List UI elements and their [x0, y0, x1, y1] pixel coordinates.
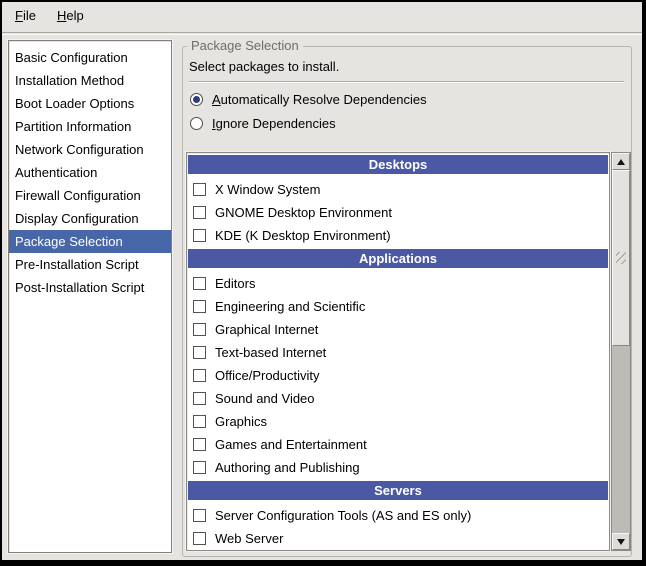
- radio-automatically-resolve-dependencies[interactable]: Automatically Resolve Dependencies: [190, 89, 427, 109]
- scrollbar-grip-icon: [616, 252, 626, 264]
- checkbox-icon[interactable]: [193, 369, 206, 382]
- package-label: Graphical Internet: [215, 322, 318, 337]
- checkbox-icon[interactable]: [193, 323, 206, 336]
- instruction-text: Select packages to install.: [189, 59, 339, 74]
- scroll-up-button[interactable]: [612, 153, 630, 170]
- package-row-text-based-internet[interactable]: Text-based Internet: [187, 341, 609, 364]
- package-row-gnome-desktop-environment[interactable]: GNOME Desktop Environment: [187, 201, 609, 224]
- package-row-server-configuration-tools-as-and-es-only-[interactable]: Server Configuration Tools (AS and ES on…: [187, 504, 609, 527]
- radio-button-icon[interactable]: [190, 117, 203, 130]
- checkbox-icon[interactable]: [193, 183, 206, 196]
- checkbox-icon[interactable]: [193, 229, 206, 242]
- checkbox-icon[interactable]: [193, 346, 206, 359]
- sidebar-item-basic-configuration[interactable]: Basic Configuration: [9, 46, 171, 69]
- radio-label: Automatically Resolve Dependencies: [212, 92, 427, 107]
- sidebar-item-installation-method[interactable]: Installation Method: [9, 69, 171, 92]
- package-label: Authoring and Publishing: [215, 460, 360, 475]
- package-label: Server Configuration Tools (AS and ES on…: [215, 508, 471, 523]
- package-label: Engineering and Scientific: [215, 299, 365, 314]
- package-row-sound-and-video[interactable]: Sound and Video: [187, 387, 609, 410]
- menu-bar-separator: [2, 32, 642, 35]
- menu-file[interactable]: File: [6, 2, 48, 32]
- package-row-games-and-entertainment[interactable]: Games and Entertainment: [187, 433, 609, 456]
- package-label: X Window System: [215, 182, 320, 197]
- up-arrow-icon: [617, 159, 625, 165]
- sidebar-item-firewall-configuration[interactable]: Firewall Configuration: [9, 184, 171, 207]
- package-label: KDE (K Desktop Environment): [215, 228, 391, 243]
- scrollbar-thumb[interactable]: [612, 170, 630, 346]
- package-row-authoring-and-publishing[interactable]: Authoring and Publishing: [187, 456, 609, 479]
- vertical-scrollbar[interactable]: [611, 152, 631, 551]
- sidebar-item-authentication[interactable]: Authentication: [9, 161, 171, 184]
- section-header-servers: Servers: [188, 481, 608, 500]
- checkbox-icon[interactable]: [193, 206, 206, 219]
- sidebar-item-display-configuration[interactable]: Display Configuration: [9, 207, 171, 230]
- package-label: Text-based Internet: [215, 345, 326, 360]
- sidebar-item-partition-information[interactable]: Partition Information: [9, 115, 171, 138]
- radio-button-icon[interactable]: [190, 93, 203, 106]
- sidebar-item-pre-installation-script[interactable]: Pre-Installation Script: [9, 253, 171, 276]
- package-label: GNOME Desktop Environment: [215, 205, 392, 220]
- radio-ignore-dependencies[interactable]: Ignore Dependencies: [190, 113, 336, 133]
- checkbox-icon[interactable]: [193, 300, 206, 313]
- config-section-list: Basic ConfigurationInstallation MethodBo…: [8, 40, 172, 553]
- package-row-graphical-internet[interactable]: Graphical Internet: [187, 318, 609, 341]
- package-selection-frame: Package Selection Select packages to ins…: [182, 46, 632, 557]
- radio-label: Ignore Dependencies: [212, 116, 336, 131]
- sidebar-item-network-configuration[interactable]: Network Configuration: [9, 138, 171, 161]
- package-row-graphics[interactable]: Graphics: [187, 410, 609, 433]
- sidebar-item-boot-loader-options[interactable]: Boot Loader Options: [9, 92, 171, 115]
- package-label: Office/Productivity: [215, 368, 320, 383]
- section-header-row: Applications: [187, 249, 609, 272]
- checkbox-icon[interactable]: [193, 415, 206, 428]
- package-row-office-productivity[interactable]: Office/Productivity: [187, 364, 609, 387]
- checkbox-icon[interactable]: [193, 438, 206, 451]
- package-row-x-window-system[interactable]: X Window System: [187, 178, 609, 201]
- package-row-engineering-and-scientific[interactable]: Engineering and Scientific: [187, 295, 609, 318]
- package-group-list: Desktops X Window System GNOME Desktop Env…: [186, 152, 610, 551]
- sidebar-item-post-installation-script[interactable]: Post-Installation Script: [9, 276, 171, 299]
- package-label: Graphics: [215, 414, 267, 429]
- horizontal-separator: [189, 81, 624, 83]
- package-label: Sound and Video: [215, 391, 315, 406]
- down-arrow-icon: [617, 539, 625, 545]
- package-label: Editors: [215, 276, 255, 291]
- package-row-web-server[interactable]: Web Server: [187, 527, 609, 550]
- kickstart-configurator-window: FileHelp Basic ConfigurationInstallation…: [0, 0, 646, 566]
- checkbox-icon[interactable]: [193, 532, 206, 545]
- package-label: Web Server: [215, 531, 283, 546]
- menu-help[interactable]: Help: [48, 2, 96, 32]
- section-header-applications: Applications: [188, 249, 608, 268]
- scroll-down-button[interactable]: [612, 533, 630, 550]
- section-header-row: Desktops: [187, 155, 609, 178]
- section-header-desktops: Desktops: [188, 155, 608, 174]
- sidebar-item-package-selection[interactable]: Package Selection: [9, 230, 171, 253]
- package-row-editors[interactable]: Editors: [187, 272, 609, 295]
- package-label: Games and Entertainment: [215, 437, 367, 452]
- checkbox-icon[interactable]: [193, 461, 206, 474]
- checkbox-icon[interactable]: [193, 509, 206, 522]
- menu-bar: FileHelp: [2, 2, 642, 32]
- checkbox-icon[interactable]: [193, 392, 206, 405]
- frame-title: Package Selection: [187, 38, 303, 53]
- checkbox-icon[interactable]: [193, 277, 206, 290]
- section-header-row: Servers: [187, 481, 609, 504]
- package-row-kde-k-desktop-environment-[interactable]: KDE (K Desktop Environment): [187, 224, 609, 247]
